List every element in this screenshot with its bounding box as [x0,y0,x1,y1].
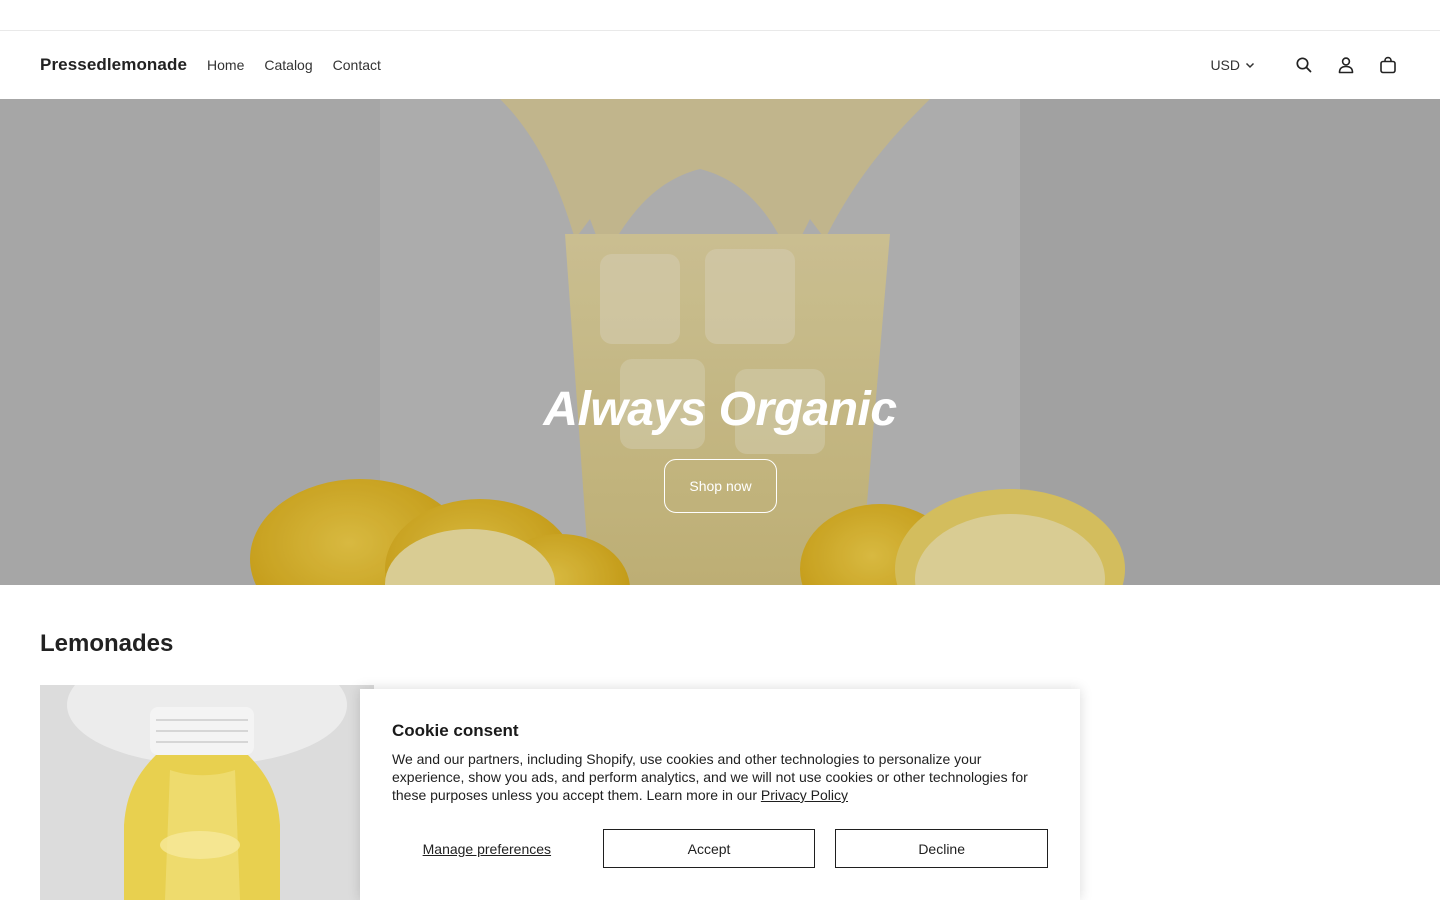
cart-icon[interactable] [1376,53,1400,77]
manage-preferences-link[interactable]: Manage preferences [392,841,582,857]
cookie-text: We and our partners, including Shopify, … [392,751,1028,803]
main-nav: Home Catalog Contact [207,57,381,73]
product-image [40,685,374,900]
cookie-title: Cookie consent [392,721,519,740]
privacy-policy-link[interactable]: Privacy Policy [761,787,848,803]
product-card[interactable] [40,685,374,900]
site-header: Pressedlemonade Home Catalog Contact USD [0,31,1440,99]
accept-button[interactable]: Accept [602,829,816,868]
hero-title: Always Organic [543,383,897,436]
cookie-actions: Manage preferences Accept Decline [392,829,1048,868]
decline-button[interactable]: Decline [835,829,1048,868]
currency-selector[interactable]: USD [1210,57,1256,73]
currency-label: USD [1210,57,1240,73]
collection-title: Lemonades [40,630,174,657]
hero-banner: Always Organic Shop now [0,99,1440,585]
search-icon[interactable] [1292,53,1316,77]
chevron-down-icon [1245,62,1255,69]
brand-logo[interactable]: Pressedlemonade [40,55,187,75]
cookie-description: We and our partners, including Shopify, … [392,750,1048,804]
account-icon[interactable] [1334,53,1358,77]
header-actions: USD [1210,53,1400,77]
nav-catalog[interactable]: Catalog [264,57,312,73]
nav-contact[interactable]: Contact [333,57,381,73]
shop-now-button[interactable]: Shop now [664,459,777,513]
nav-home[interactable]: Home [207,57,244,73]
cookie-consent-banner: Cookie consent We and our partners, incl… [360,689,1080,900]
announcement-bar [0,0,1440,31]
